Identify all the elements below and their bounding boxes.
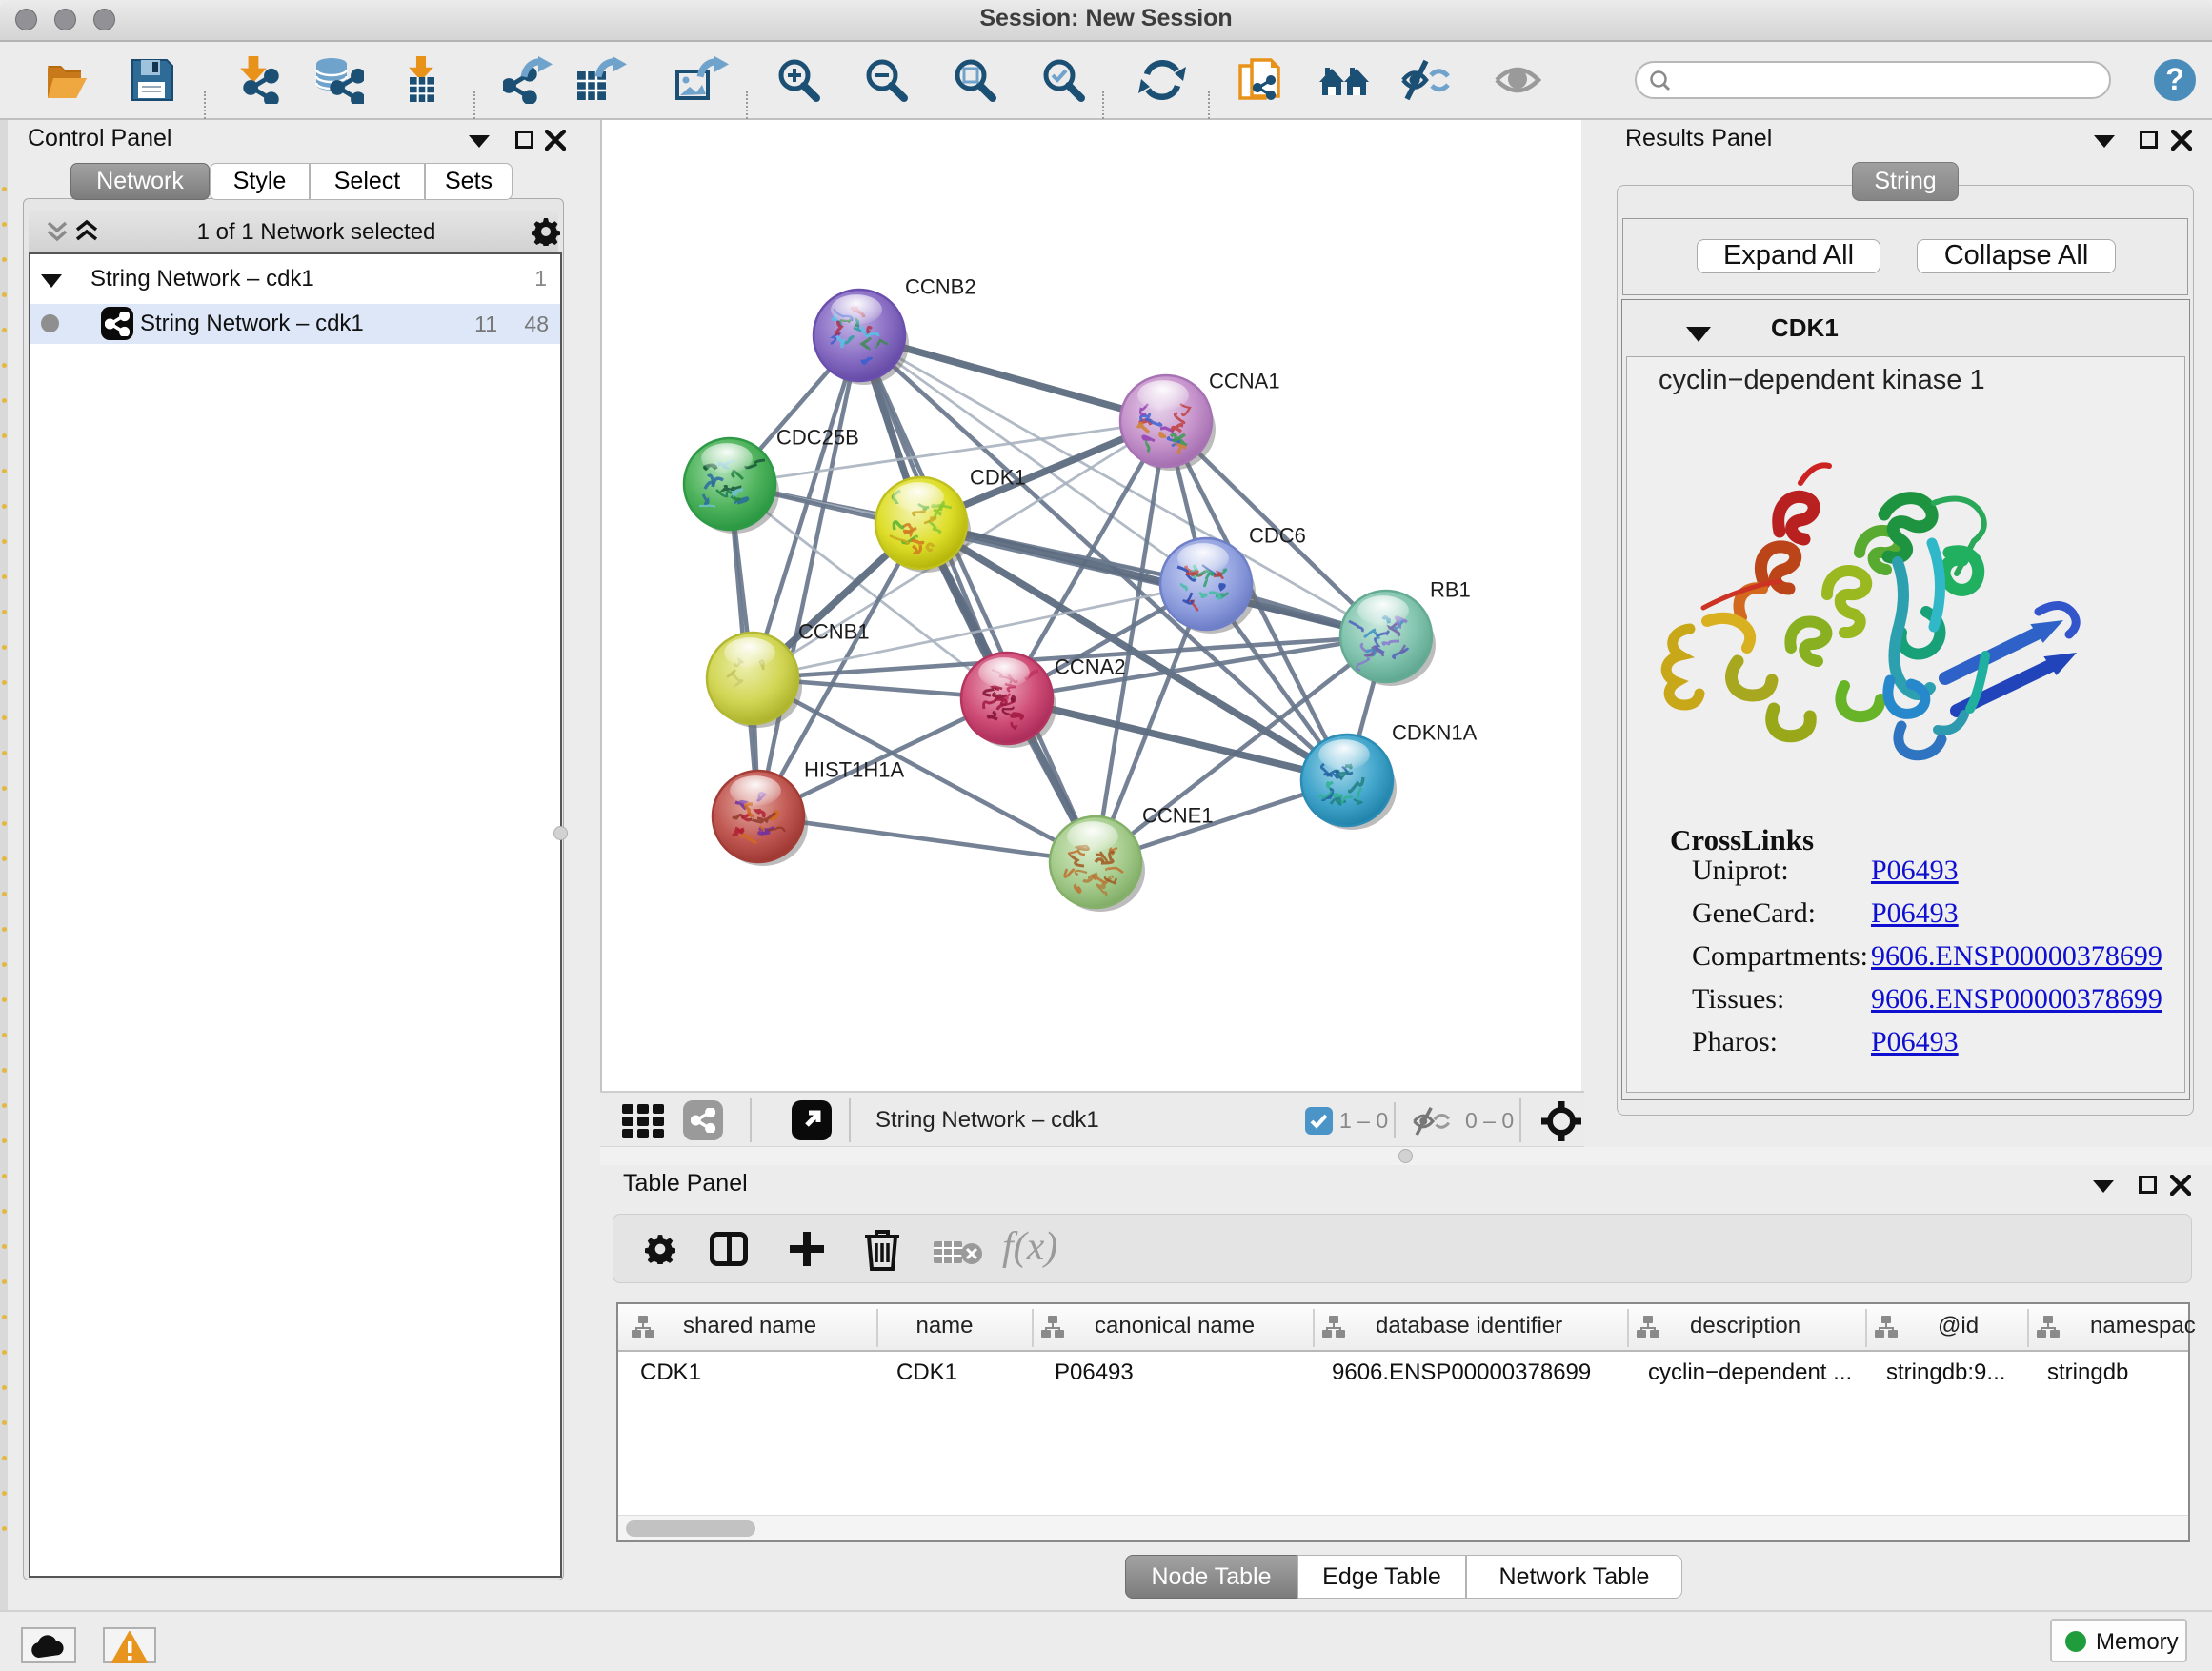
svg-text:CDC25B: CDC25B <box>776 426 859 450</box>
svg-text:CCNE1: CCNE1 <box>1142 804 1214 828</box>
svg-text:CDC6: CDC6 <box>1249 524 1306 548</box>
svg-text:?: ? <box>2165 62 2184 96</box>
svg-text:HIST1H1A: HIST1H1A <box>804 758 904 782</box>
svg-text:CCNB2: CCNB2 <box>905 275 976 299</box>
svg-text:CCNA2: CCNA2 <box>1055 655 1126 679</box>
svg-text:CDK1: CDK1 <box>970 466 1026 490</box>
svg-text:CCNB1: CCNB1 <box>798 620 870 644</box>
svg-text:RB1: RB1 <box>1430 578 1471 602</box>
svg-text:CDKN1A: CDKN1A <box>1392 721 1478 745</box>
svg-text:CCNA1: CCNA1 <box>1209 370 1280 393</box>
